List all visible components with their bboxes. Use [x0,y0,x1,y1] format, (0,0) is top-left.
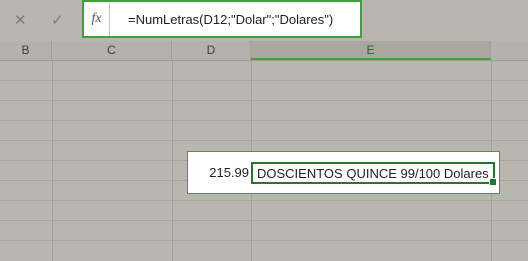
fill-handle[interactable] [489,178,497,186]
close-icon[interactable]: ✕ [14,12,27,28]
column-header-b[interactable]: B [0,41,52,60]
grid-line [172,61,173,261]
formula-input[interactable]: =NumLetras(D12;"Dolar";"Dolares") [128,12,333,27]
check-icon[interactable]: ✓ [51,12,64,28]
grid-line [0,200,528,201]
grid-line [0,100,528,101]
column-header-c[interactable]: C [52,41,172,60]
cell-d12[interactable]: 215.99 [188,152,251,193]
column-header-d[interactable]: D [172,41,251,60]
cell-e12-value: DOSCIENTOS QUINCE 99/100 Dolares [257,165,489,181]
fx-button[interactable]: fx [84,2,110,36]
grid-line [0,240,528,241]
formula-bar: ✕ ✓ fx =NumLetras(D12;"Dolar";"Dolares") [0,0,528,41]
column-headers: B C D E [0,41,528,61]
grid-line [0,120,528,121]
fx-label: fx [91,11,102,26]
grid-line [0,220,528,221]
formula-highlight: fx =NumLetras(D12;"Dolar";"Dolares") [82,0,362,38]
grid-line [0,140,528,141]
grid-line [0,80,528,81]
grid-line [52,61,53,261]
cell-e12-selected[interactable]: DOSCIENTOS QUINCE 99/100 Dolares [251,162,497,186]
highlighted-cells: 215.99 DOSCIENTOS QUINCE 99/100 Dolares [187,151,500,194]
column-header-e[interactable]: E [251,41,491,60]
